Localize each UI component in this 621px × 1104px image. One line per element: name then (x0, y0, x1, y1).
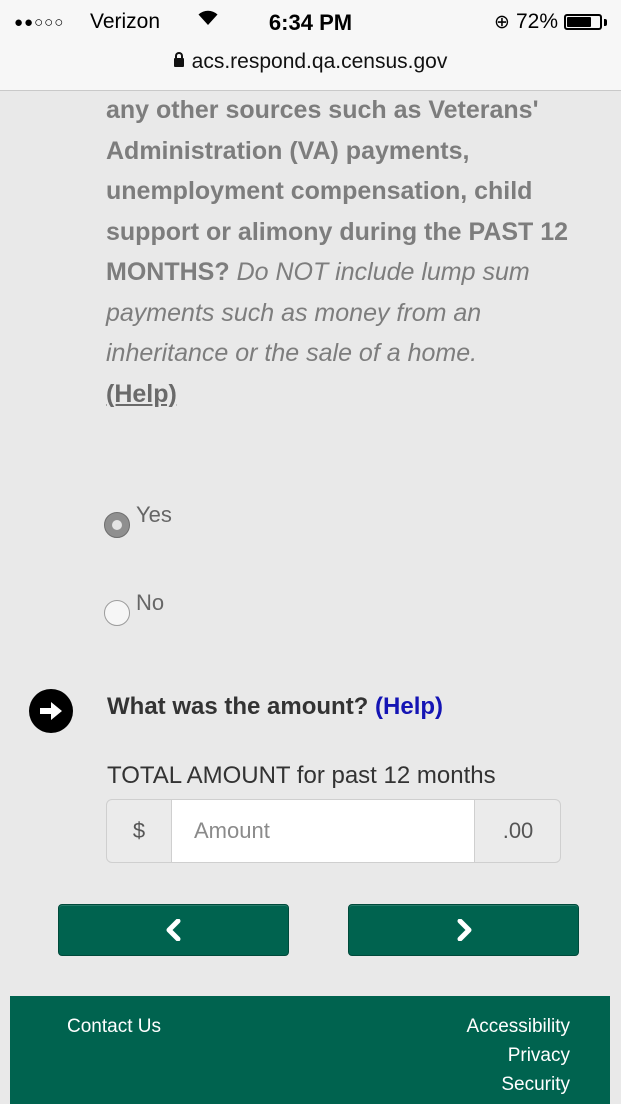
status-row: ●●○○○ Verizon 6:34 PM ⊕ 72% (0, 8, 621, 42)
dollar-prefix: $ (132, 818, 146, 843)
next-button[interactable] (348, 904, 579, 956)
radio-option-yes[interactable]: Yes (104, 502, 172, 538)
battery-status: ⊕ 72% (494, 10, 607, 34)
radio-yes[interactable] (104, 512, 130, 538)
footer-accessibility-link[interactable]: Accessibility (467, 1016, 570, 1038)
status-bar: ●●○○○ Verizon 6:34 PM ⊕ 72% acs.respond.… (0, 0, 621, 91)
chevron-left-icon (166, 919, 180, 941)
cents-suffix: .00 (502, 818, 534, 843)
amount-input[interactable] (171, 800, 475, 862)
chevron-right-icon (457, 919, 471, 941)
footer: Contact Us Accessibility Privacy Securit… (10, 996, 610, 1104)
rotation-lock-icon: ⊕ (494, 11, 510, 33)
footer-security-link[interactable]: Security (501, 1074, 570, 1096)
total-amount-label: TOTAL AMOUNT for past 12 months (107, 762, 496, 789)
previous-button[interactable] (58, 904, 289, 956)
question-text: any other sources such as Veterans' Admi… (106, 50, 596, 414)
url-text: acs.respond.qa.census.gov (191, 50, 448, 73)
url-bar[interactable]: acs.respond.qa.census.gov (0, 50, 621, 74)
question-help-link[interactable]: (Help) (106, 380, 177, 408)
amount-question-text: What was the amount? (107, 693, 369, 720)
amount-question: What was the amount? (Help) (107, 693, 443, 721)
radio-no-label: No (136, 590, 165, 615)
lock-icon (173, 52, 184, 67)
battery-icon (564, 14, 602, 30)
radio-option-no[interactable]: No (104, 590, 164, 626)
radio-no[interactable] (104, 600, 130, 626)
amount-help-link[interactable]: (Help) (375, 693, 443, 720)
current-question-arrow-icon (29, 689, 73, 733)
footer-contact-link[interactable]: Contact Us (67, 1016, 161, 1038)
amount-input-group: $ .00 (106, 799, 561, 863)
battery-tip (604, 18, 607, 26)
footer-privacy-link[interactable]: Privacy (508, 1045, 570, 1067)
radio-yes-label: Yes (136, 502, 172, 527)
battery-percent: 72% (515, 10, 558, 33)
